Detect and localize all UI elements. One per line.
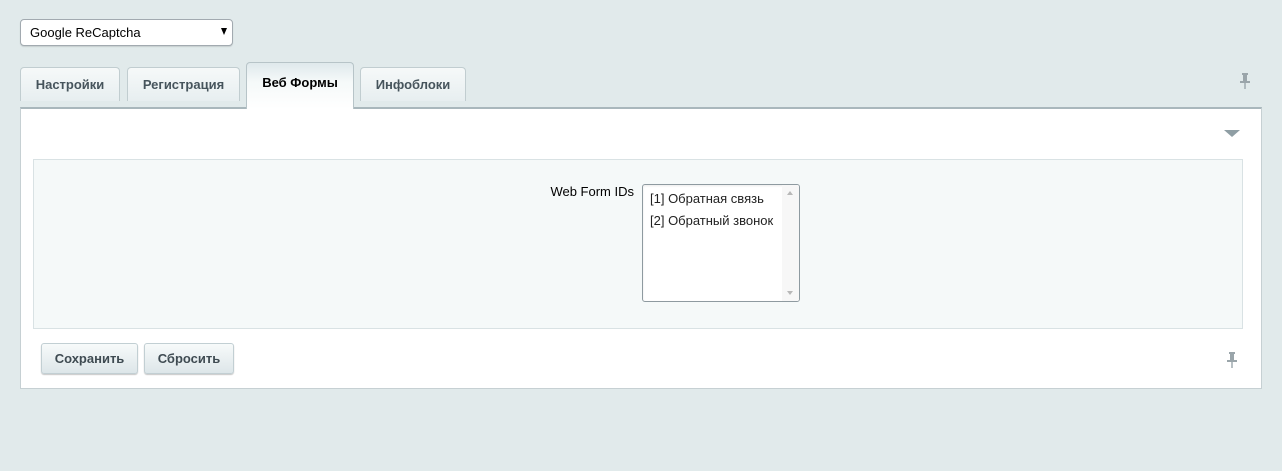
pin-icon[interactable] bbox=[1227, 352, 1237, 368]
web-form-ids-listbox[interactable]: [1] Обратная связь [2] Обратный звонок bbox=[642, 184, 800, 302]
reset-button[interactable]: Сбросить bbox=[144, 343, 234, 374]
chevron-down-icon[interactable] bbox=[1224, 130, 1240, 137]
tab-content-panel: Web Form IDs [1] Обратная связь [2] Обра… bbox=[20, 107, 1262, 389]
tab-registration[interactable]: Регистрация bbox=[127, 67, 240, 101]
tab-web-forms[interactable]: Веб Формы bbox=[246, 62, 354, 109]
save-button[interactable]: Сохранить bbox=[41, 343, 138, 374]
module-select[interactable]: Google ReCaptcha bbox=[20, 19, 233, 46]
form-section: Web Form IDs [1] Обратная связь [2] Обра… bbox=[33, 159, 1243, 329]
listbox-scrollbar[interactable] bbox=[782, 185, 799, 301]
web-form-ids-label: Web Form IDs bbox=[550, 184, 634, 199]
pin-icon[interactable] bbox=[1240, 73, 1250, 89]
tab-infoblocks[interactable]: Инфоблоки bbox=[360, 67, 466, 101]
list-item[interactable]: [1] Обратная связь bbox=[643, 188, 799, 210]
caret-down-icon bbox=[221, 28, 227, 35]
module-select-value: Google ReCaptcha bbox=[30, 25, 141, 40]
list-item[interactable]: [2] Обратный звонок bbox=[643, 210, 799, 232]
scroll-down-arrow-icon[interactable] bbox=[787, 291, 793, 295]
scroll-up-arrow-icon[interactable] bbox=[787, 191, 793, 195]
tab-settings[interactable]: Настройки bbox=[20, 67, 120, 101]
